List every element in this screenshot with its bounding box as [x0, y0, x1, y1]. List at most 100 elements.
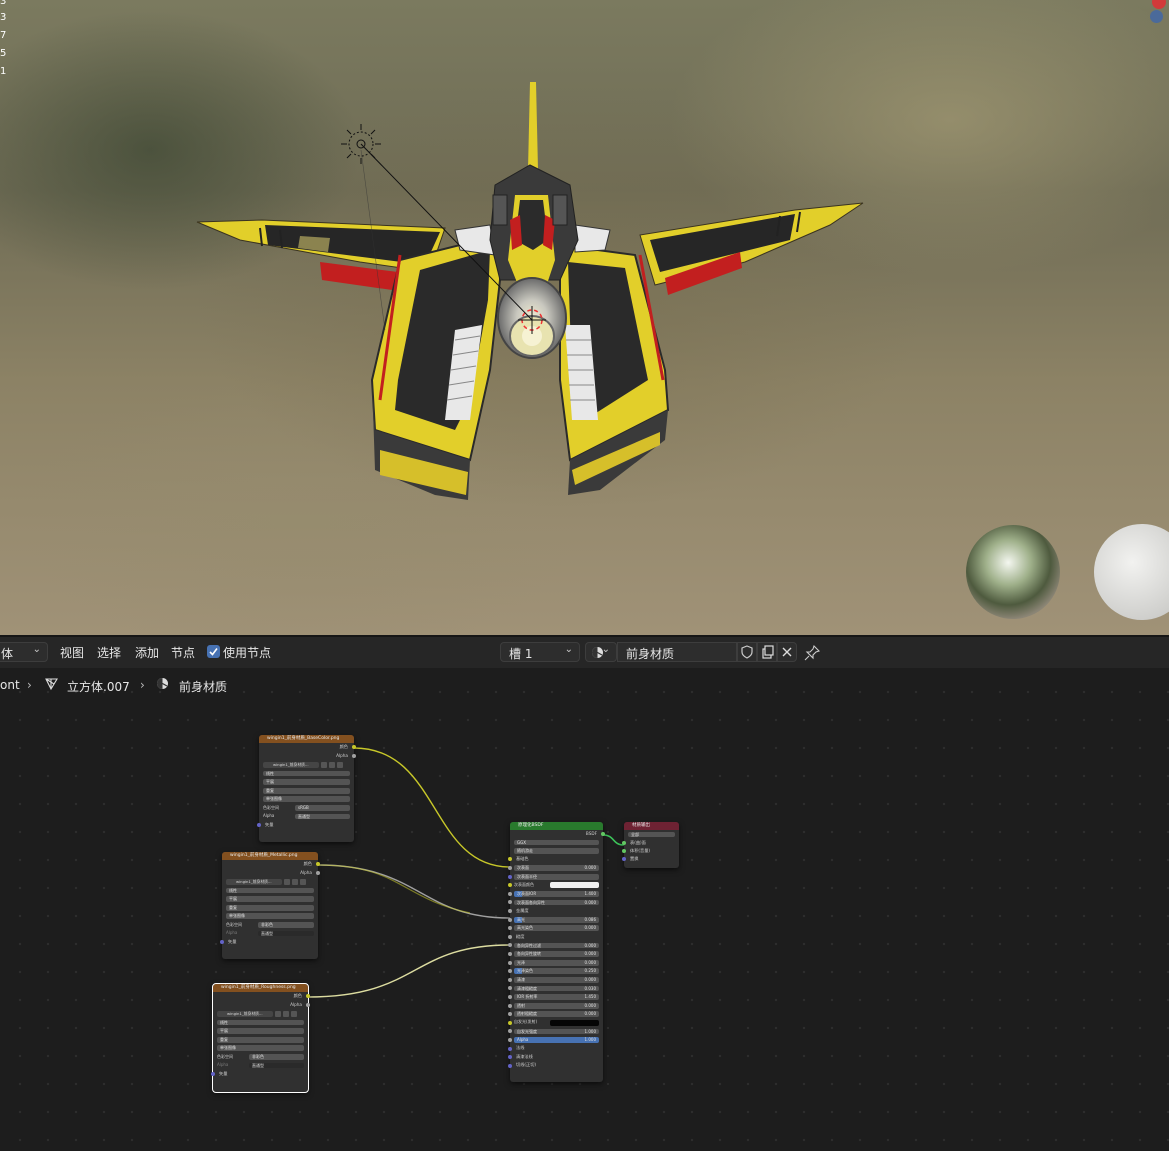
socket-icon[interactable] — [508, 1012, 512, 1017]
unlink-image-icon[interactable] — [300, 878, 306, 885]
socket-icon[interactable] — [220, 940, 224, 945]
socket-icon[interactable] — [622, 848, 626, 853]
socket-icon[interactable] — [508, 926, 512, 931]
socket-icon[interactable] — [508, 891, 512, 896]
value-slider[interactable]: IOR 折射率 1.450 — [514, 994, 599, 1000]
socket-icon[interactable] — [257, 823, 261, 828]
unlink-image-icon[interactable] — [291, 1010, 297, 1017]
socket-icon[interactable] — [508, 1063, 512, 1068]
alpha-mode-dropdown[interactable]: 直通型 — [295, 813, 350, 820]
socket-icon[interactable] — [508, 943, 512, 948]
duplicate-material-icon[interactable] — [757, 642, 777, 662]
socket-icon[interactable] — [508, 952, 512, 957]
colorspace-dropdown[interactable]: 非彩色 — [249, 1054, 304, 1060]
value-slider[interactable]: 自发光强度 1.000 — [514, 1028, 599, 1035]
socket-icon[interactable] — [508, 1055, 512, 1060]
value-slider[interactable]: 高光染色 0.000 — [514, 925, 599, 932]
menu-add[interactable]: 添加 — [135, 644, 159, 661]
socket-icon[interactable] — [508, 960, 512, 965]
value-slider[interactable]: 各向异性旋转 0.000 — [514, 951, 599, 958]
image-selector[interactable]: wingin1_前身材质... — [213, 1009, 308, 1018]
material-browse-button[interactable]: ⌄ — [585, 642, 617, 662]
value-slider[interactable]: 各向异性过滤 0.000 — [514, 942, 599, 949]
source-dropdown[interactable]: 单张图像 — [263, 796, 350, 803]
new-image-icon[interactable] — [284, 878, 290, 885]
socket-icon[interactable] — [508, 934, 512, 939]
socket-icon[interactable] — [508, 917, 512, 922]
image-texture-node-metallic[interactable]: wingin1_前身材质_Metallic.png 颜色 Alpha wingi… — [220, 852, 320, 959]
subsurface-radius-dropdown[interactable]: 次表面半径 — [514, 873, 599, 880]
socket-icon[interactable] — [508, 969, 512, 974]
socket-icon[interactable] — [211, 1072, 215, 1077]
socket-icon[interactable] — [306, 1002, 310, 1007]
unlink-material-close-icon[interactable] — [777, 642, 797, 662]
menu-select[interactable]: 选择 — [97, 644, 121, 661]
socket-icon[interactable] — [508, 874, 512, 879]
image-selector[interactable]: wingin1_前身材质... — [222, 877, 318, 886]
socket-icon[interactable] — [622, 856, 626, 861]
interpolation-dropdown[interactable]: 线性 — [217, 1019, 304, 1026]
value-slider[interactable]: Alpha 1.000 — [514, 1037, 599, 1043]
value-slider[interactable]: 透射 0.000 — [514, 1002, 599, 1009]
open-image-icon[interactable] — [283, 1010, 289, 1017]
socket-icon[interactable] — [508, 1037, 512, 1042]
socket-icon[interactable] — [508, 986, 512, 991]
unlink-image-icon[interactable] — [337, 761, 343, 768]
fake-user-shield-icon[interactable] — [737, 642, 757, 662]
value-slider[interactable]: 清漆 0.000 — [514, 977, 599, 983]
image-selector[interactable]: wingin1_前身材质... — [259, 760, 354, 769]
principled-bsdf-node[interactable]: 原理化BSDF BSDF GGX 随机游走 基础色 次表面 0.000 次表面半径 次表… — [508, 822, 605, 1082]
source-dropdown[interactable]: 单张图像 — [226, 913, 314, 920]
socket-icon[interactable] — [508, 1020, 512, 1025]
socket-icon[interactable] — [352, 753, 356, 758]
image-texture-node-roughness[interactable]: wingin1_前身材质_Roughness.png 颜色 Alpha wing… — [211, 983, 310, 1093]
socket-icon[interactable] — [508, 1029, 512, 1034]
use-nodes-checkbox[interactable] — [207, 645, 220, 658]
value-slider[interactable]: 次表面IOR 1.400 — [514, 891, 599, 897]
socket-icon[interactable] — [508, 883, 512, 888]
target-dropdown[interactable]: 全部 — [628, 831, 675, 838]
distribution-dropdown[interactable]: GGX — [514, 839, 599, 846]
value-slider[interactable]: 高光 0.086 — [514, 916, 599, 923]
colorspace-dropdown[interactable]: sRGB — [295, 805, 350, 811]
socket-icon[interactable] — [508, 994, 512, 999]
socket-icon[interactable] — [508, 866, 512, 871]
image-texture-node-basecolor[interactable]: wingin1_前身材质_BaseColor.png 颜色 Alpha wing… — [257, 735, 356, 842]
open-image-icon[interactable] — [292, 878, 298, 885]
menu-node[interactable]: 节点 — [171, 644, 195, 661]
value-slider[interactable]: 次表面各向异性 0.000 — [514, 899, 599, 906]
material-name-field[interactable]: 前身材质 — [617, 642, 737, 662]
spaceship-model[interactable] — [0, 0, 1169, 635]
subsurface-method-dropdown[interactable]: 随机游走 — [514, 848, 599, 854]
projection-dropdown[interactable]: 平展 — [263, 779, 350, 786]
source-dropdown[interactable]: 单张图像 — [217, 1045, 304, 1052]
color-swatch[interactable] — [550, 1019, 599, 1026]
socket-icon[interactable] — [508, 857, 512, 862]
projection-dropdown[interactable]: 平展 — [217, 1028, 304, 1035]
open-image-icon[interactable] — [329, 761, 335, 768]
socket-icon[interactable] — [508, 900, 512, 905]
object-mode-dropdown[interactable]: 体 ⌄ — [0, 642, 48, 662]
3d-viewport[interactable]: 3 3 7 5 1 — [0, 0, 1169, 635]
new-image-icon[interactable] — [275, 1010, 281, 1017]
interpolation-dropdown[interactable]: 线性 — [226, 887, 314, 894]
socket-icon[interactable] — [508, 977, 512, 982]
interpolation-dropdown[interactable]: 线性 — [263, 770, 350, 777]
socket-icon[interactable] — [508, 909, 512, 914]
color-swatch[interactable] — [550, 882, 599, 889]
node-editor-canvas[interactable]: ont › 立方体.007 › 前身材质 wingin1_前身材质_BaseCo… — [0, 668, 1169, 1151]
colorspace-dropdown[interactable]: 非彩色 — [258, 922, 314, 928]
socket-icon[interactable] — [316, 870, 320, 875]
value-slider[interactable]: 透射粗糙度 0.000 — [514, 1011, 599, 1018]
value-slider[interactable]: 次表面 0.000 — [514, 865, 599, 872]
gizmo-dot-icon[interactable] — [1150, 10, 1163, 23]
socket-icon[interactable] — [622, 840, 626, 845]
extension-dropdown[interactable]: 重复 — [226, 904, 314, 911]
socket-icon[interactable] — [508, 1003, 512, 1008]
value-slider[interactable]: 光泽 0.000 — [514, 959, 599, 966]
value-slider[interactable]: 光泽染色 0.250 — [514, 968, 599, 975]
pin-icon[interactable] — [803, 644, 821, 662]
new-image-icon[interactable] — [321, 761, 327, 768]
extension-dropdown[interactable]: 重复 — [263, 787, 350, 794]
material-output-node[interactable]: 材质输出 全部 表(曲)面 体积(音量) 置换 — [622, 822, 679, 868]
